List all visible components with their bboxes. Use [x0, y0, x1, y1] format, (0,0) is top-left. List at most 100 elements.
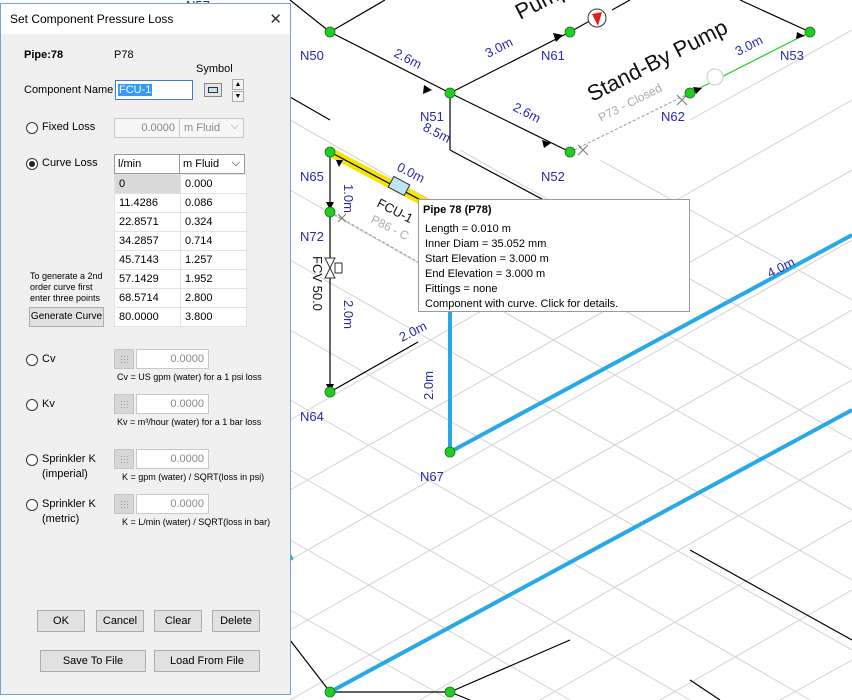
sprinkler-imperial-radio[interactable]	[26, 454, 38, 466]
cancel-button[interactable]: Cancel	[96, 610, 144, 632]
length-label: 2.6m	[392, 45, 425, 71]
component-name-input[interactable]: FCU-1	[115, 80, 193, 100]
sprinkler-metric-radio[interactable]	[26, 499, 38, 511]
curve-loss-cell[interactable]: 3.800	[180, 307, 247, 327]
tooltip-line: End Elevation = 3.000 m	[425, 268, 546, 280]
node-label-n53: N53	[780, 48, 804, 63]
node-label-n67: N67	[420, 469, 444, 484]
curve-hint-line: order curve first	[30, 282, 93, 292]
curve-hint-line: enter three points	[30, 293, 101, 303]
curve-flow-cell[interactable]: 34.2857	[114, 231, 181, 251]
chevron-down-icon: ⌵	[231, 157, 240, 169]
length-label: 1.0m	[341, 184, 356, 213]
fixed-loss-label: Fixed Loss	[42, 121, 96, 133]
fixed-loss-input[interactable]: 0.0000	[114, 118, 180, 138]
curve-flow-unit-header[interactable]: l/min	[114, 154, 180, 174]
delete-button[interactable]: Delete	[212, 610, 260, 632]
curve-flow-cell[interactable]: 68.5714	[114, 288, 181, 308]
save-to-file-button[interactable]: Save To File	[40, 650, 146, 672]
table-row: 34.2857 0.714	[114, 231, 247, 251]
curve-flow-cell[interactable]: 22.8571	[114, 212, 181, 232]
dialog-titlebar[interactable]: Set Component Pressure Loss ✕	[1, 4, 290, 34]
curve-flow-cell[interactable]: 45.7143	[114, 250, 181, 270]
cv-input[interactable]: 0.0000	[136, 349, 209, 369]
tooltip-line: Component with curve. Click for details.	[425, 298, 619, 310]
table-row: 0 0.000	[114, 174, 247, 194]
symbol-label: Symbol	[196, 63, 233, 75]
symbol-up-icon[interactable]: ▲	[232, 79, 244, 90]
kv-hint: Kv = m³/hour (water) for a 1 bar loss	[117, 417, 262, 427]
curve-flow-cell[interactable]: 11.4286	[114, 193, 181, 213]
tooltip-line: Start Elevation = 3.000 m	[425, 253, 549, 265]
node-label-n64: N64	[300, 409, 324, 424]
sprinkler-metric-input[interactable]: 0.0000	[136, 494, 209, 514]
curve-loss-cell[interactable]: 0.714	[180, 231, 247, 251]
length-label: 3.0m	[483, 34, 516, 60]
kv-label: Kv	[42, 398, 55, 410]
tooltip-line: Fittings = none	[425, 283, 498, 295]
fcv-label: FCV 50.0	[310, 256, 325, 311]
sprinkler-metric-sublabel: (metric)	[42, 513, 80, 525]
curve-loss-cell[interactable]: 0.086	[180, 193, 247, 213]
pipe-label: Pipe:78	[24, 49, 64, 61]
length-label: 2.0m	[341, 300, 356, 329]
cv-hint: Cv = US gpm (water) for a 1 psi loss	[117, 372, 262, 382]
table-row: 11.4286 0.086	[114, 193, 247, 213]
fcv-valve-icon[interactable]	[324, 257, 343, 279]
length-label: 3.0m	[733, 32, 766, 58]
cv-label: Cv	[42, 353, 56, 365]
fixed-loss-unit: m Fluid	[184, 122, 221, 134]
sprinkler-imperial-label: Sprinkler K	[42, 453, 96, 465]
clear-button[interactable]: Clear	[154, 610, 202, 632]
sprinkler-metric-calc-icon[interactable]	[114, 494, 134, 514]
node-label-n52: N52	[541, 169, 565, 184]
symbol-down-icon[interactable]: ▼	[232, 91, 244, 102]
curve-hint-line: To generate a 2nd	[30, 271, 103, 281]
component-name-label: Component Name	[24, 84, 114, 96]
generate-curve-button[interactable]: Generate Curve	[29, 307, 104, 327]
kv-radio[interactable]	[26, 399, 38, 411]
sprinkler-imperial-input[interactable]: 0.0000	[136, 449, 209, 469]
symbol-button[interactable]	[204, 83, 222, 97]
cv-radio[interactable]	[26, 354, 38, 366]
curve-loss-unit-select[interactable]: m Fluid ⌵	[179, 154, 245, 174]
fixed-loss-unit-select[interactable]: m Fluid ⌵	[179, 118, 244, 138]
curve-flow-cell[interactable]: 0	[114, 174, 181, 194]
ok-button[interactable]: OK	[37, 610, 85, 632]
tooltip-title: Pipe 78 (P78)	[423, 204, 492, 216]
node-label-n62: N62	[661, 109, 685, 124]
curve-loss-cell[interactable]: 0.000	[180, 174, 247, 194]
chevron-down-icon: ⌵	[230, 120, 239, 132]
cv-calc-icon[interactable]	[114, 349, 134, 369]
node-label-n72: N72	[300, 229, 324, 244]
component-symbol-icon	[208, 87, 218, 93]
length-label: 2.0m	[421, 371, 436, 400]
curve-loss-radio[interactable]	[26, 158, 38, 170]
table-row: 57.1429 1.952	[114, 269, 247, 289]
dialog-title: Set Component Pressure Loss	[10, 12, 174, 26]
curve-flow-cell[interactable]: 80.0000	[114, 307, 181, 327]
pipe-tooltip: Pipe 78 (P78) Length = 0.010 m Inner Dia…	[418, 199, 690, 312]
pipe-id: P78	[114, 49, 134, 61]
kv-input[interactable]: 0.0000	[136, 394, 209, 414]
length-label: 4.0m	[765, 254, 798, 280]
close-icon[interactable]: ✕	[269, 10, 282, 28]
curve-loss-cell[interactable]: 0.324	[180, 212, 247, 232]
curve-loss-cell[interactable]: 2.800	[180, 288, 247, 308]
standby-pump-icon[interactable]	[706, 68, 724, 86]
sprinkler-imperial-hint: K = gpm (water) / SQRT(loss in psi)	[122, 472, 265, 482]
node-label-n50: N50	[300, 48, 324, 63]
sprinkler-imperial-calc-icon[interactable]	[114, 449, 134, 469]
curve-flow-cell[interactable]: 57.1429	[114, 269, 181, 289]
table-row: 68.5714 2.800	[114, 288, 247, 308]
nodes[interactable]	[324, 26, 816, 698]
pump-icon[interactable]	[587, 8, 607, 28]
table-row: 45.7143 1.257	[114, 250, 247, 270]
load-from-file-button[interactable]: Load From File	[154, 650, 260, 672]
fixed-loss-radio[interactable]	[26, 122, 38, 134]
curve-loss-cell[interactable]: 1.952	[180, 269, 247, 289]
length-label: 2.6m	[511, 99, 544, 125]
grid-lines	[289, 29, 852, 700]
kv-calc-icon[interactable]	[114, 394, 134, 414]
curve-loss-cell[interactable]: 1.257	[180, 250, 247, 270]
